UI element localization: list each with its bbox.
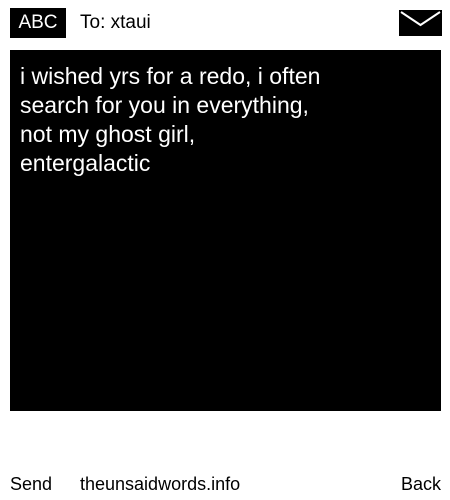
input-mode-badge[interactable]: ABC <box>10 8 66 38</box>
message-text: i wished yrs for a redo, i often search … <box>20 63 321 176</box>
recipient-label: To: xtaui <box>80 12 151 33</box>
message-body[interactable]: i wished yrs for a redo, i often search … <box>10 50 441 411</box>
back-button[interactable]: Back <box>401 470 441 498</box>
envelope-icon <box>399 10 442 36</box>
send-button[interactable]: Send <box>10 470 52 498</box>
footer-bar: Send theunsaidwords.info Back <box>0 470 450 500</box>
site-label: theunsaidwords.info <box>80 474 241 494</box>
header-bar: ABC To: xtaui <box>0 0 450 50</box>
